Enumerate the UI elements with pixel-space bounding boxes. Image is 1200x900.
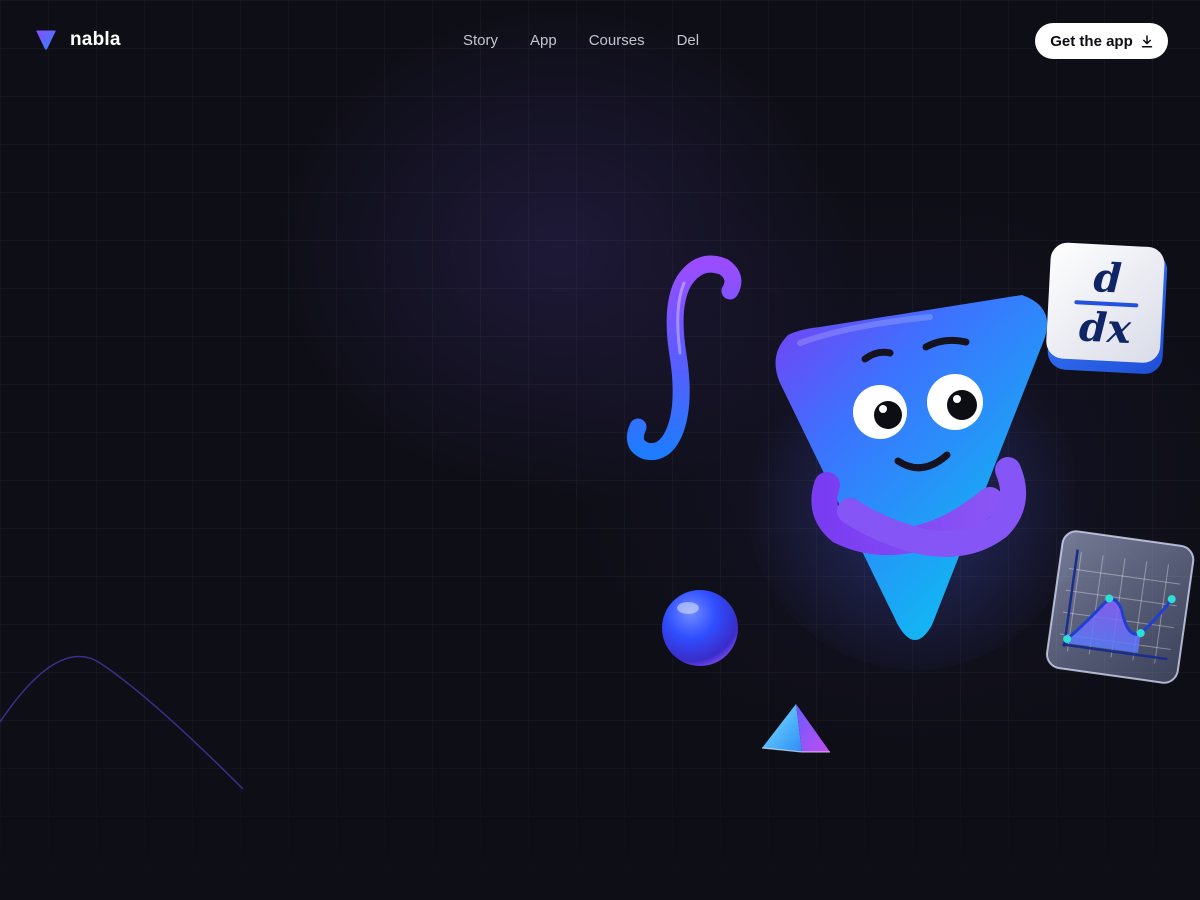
graph-tile bbox=[1045, 530, 1195, 684]
nabla-mascot bbox=[745, 295, 1075, 670]
nabla-logo-icon bbox=[36, 30, 56, 50]
landing-page: nabla Story App Courses Del Get the app bbox=[0, 0, 1200, 900]
get-the-app-label: Get the app bbox=[1050, 32, 1133, 50]
download-icon bbox=[1141, 34, 1152, 48]
derivative-card: d dx bbox=[1046, 242, 1168, 374]
nav-link-courses[interactable]: Courses bbox=[589, 31, 645, 51]
top-navbar: nabla Story App Courses Del Get the app bbox=[0, 0, 1200, 82]
integral-symbol bbox=[626, 255, 742, 461]
get-the-app-button[interactable]: Get the app bbox=[1035, 23, 1168, 59]
main-nav: Story App Courses Del bbox=[463, 31, 699, 51]
nav-link-del[interactable]: Del bbox=[677, 31, 700, 51]
glossy-sphere bbox=[662, 590, 738, 666]
brand-name: nabla bbox=[70, 29, 121, 50]
parabola-curve bbox=[0, 655, 244, 790]
derivative-numerator: d bbox=[1092, 254, 1122, 302]
brand-home-link[interactable]: nabla bbox=[34, 28, 121, 52]
nav-link-app[interactable]: App bbox=[530, 31, 557, 51]
derivative-denominator: dx bbox=[1078, 303, 1133, 353]
glass-pyramid bbox=[761, 704, 830, 753]
nav-link-story[interactable]: Story bbox=[463, 31, 498, 51]
